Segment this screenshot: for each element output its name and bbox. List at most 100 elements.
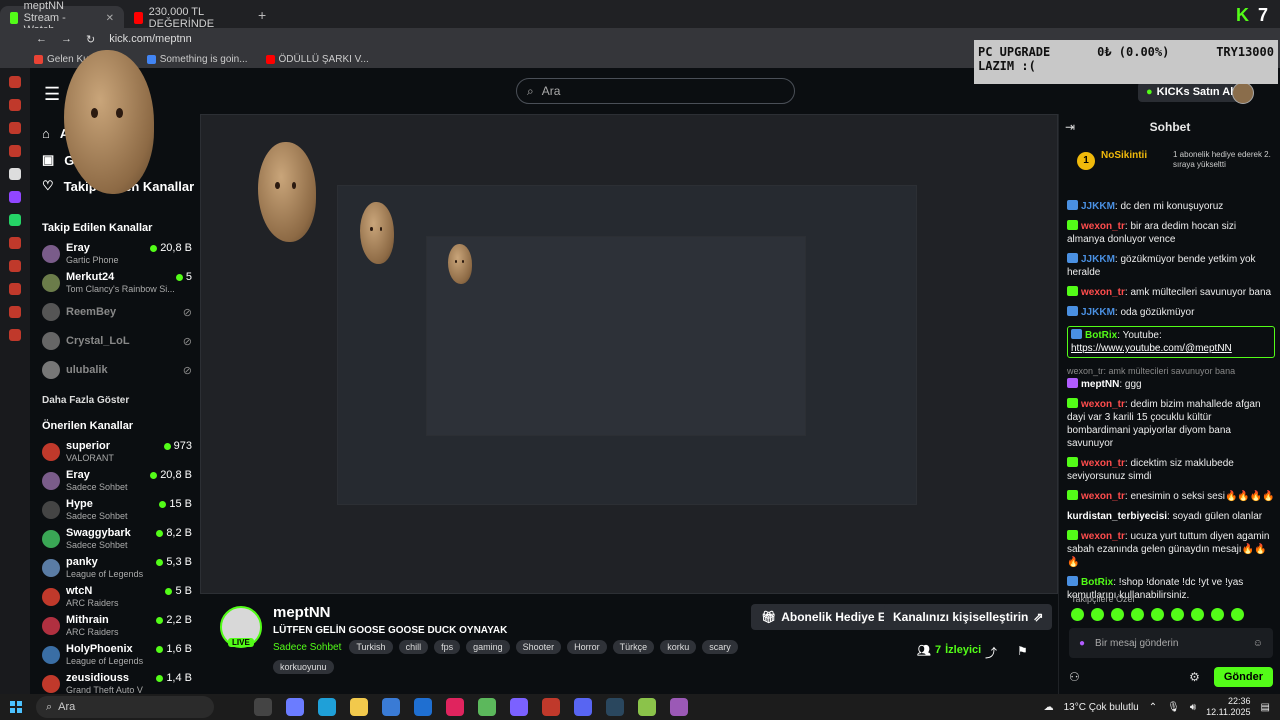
chat-username[interactable]: JJKKM [1081,201,1115,212]
report-icon[interactable]: ⚑ [1017,644,1028,658]
sidebar-channel[interactable]: Merkut24 Tom Clancy's Rainbow Si... 5 [42,271,192,299]
emote-icon[interactable] [1171,608,1184,621]
chat-username[interactable]: wexon_tr [1081,531,1125,542]
sidebar-channel[interactable]: Mithrain ARC Raiders 2,2 B [42,614,192,642]
forward-icon[interactable]: → [61,33,72,45]
rail-app-icon[interactable] [9,214,21,226]
mic-icon[interactable]: ● [1079,638,1085,649]
bookmark-item[interactable]: Something is goin... [146,54,248,65]
explorer-icon[interactable] [350,698,368,716]
taskbar-search-input[interactable]: ⌕ Ara [36,696,214,718]
gifter-name[interactable]: NoSikintii [1101,150,1147,161]
user-avatar[interactable] [1232,82,1254,104]
tag[interactable]: Horror [567,640,607,654]
minecraft-icon[interactable] [478,698,496,716]
emote-icon[interactable] [1151,608,1164,621]
tag[interactable]: Turkish [349,640,393,654]
close-icon[interactable]: ✕ [106,13,114,24]
opera-icon[interactable] [446,698,464,716]
users-icon[interactable]: ⚇ [1069,670,1080,684]
emote-icon[interactable] [1111,608,1124,621]
tag[interactable]: gaming [466,640,510,654]
rail-app-icon[interactable] [9,168,21,180]
new-tab-icon[interactable]: + [248,7,276,23]
tag[interactable]: korku [660,640,697,654]
bookmark-item[interactable]: ÖDÜLLÜ ŞARKI V... [265,54,369,65]
url-text[interactable]: kick.com/meptnn [109,33,192,45]
stream-video-player[interactable] [200,114,1058,594]
emote-icon[interactable] [1131,608,1144,621]
tag[interactable]: Shooter [515,640,562,654]
rail-app-icon[interactable] [9,145,21,157]
rail-app-icon[interactable] [9,329,21,341]
mic-icon[interactable]: 🎙︎ [1167,702,1180,713]
stream-category[interactable]: Sadece Sohbet [273,642,341,653]
chat-username[interactable]: wexon_tr [1081,221,1125,232]
tab-youtube[interactable]: 230.000 TL DEĞERİNDE [124,6,248,30]
settings-icon[interactable]: ⚙ [1189,670,1200,684]
menu-icon[interactable]: ☰ [44,84,60,105]
task-view-icon[interactable] [254,698,272,716]
chat-link[interactable]: https://www.youtube.com/@meptNN [1071,343,1232,354]
chat-username[interactable]: BotRix [1085,330,1117,341]
rail-app-icon[interactable] [9,306,21,318]
rail-app-icon[interactable] [9,76,21,88]
chat-username[interactable]: wexon_tr [1081,458,1125,469]
tag[interactable]: fps [434,640,461,654]
rail-app-icon[interactable] [9,283,21,295]
emote-icon[interactable] [1091,608,1104,621]
chat-username[interactable]: JJKKM [1081,254,1115,265]
clock[interactable]: 22:36 12.11.2025 [1206,696,1250,718]
steam-icon[interactable] [606,698,624,716]
tag[interactable]: Türkçe [612,640,655,654]
search-input[interactable]: ⌕ Ara [516,78,795,104]
notifications-icon[interactable]: ▤ [1261,702,1270,713]
chat-username[interactable]: wexon_tr [1081,287,1125,298]
tag[interactable]: scary [702,640,738,654]
streamer-name[interactable]: meptNN [273,604,331,621]
chat-username[interactable]: wexon_tr [1081,399,1125,410]
chat-username[interactable]: BotRix [1081,577,1113,588]
weather-text[interactable]: 13°C Çok bulutlu [1064,702,1139,713]
kicks-buy-button[interactable]: ● KICKs Satın Al [1138,82,1242,102]
sidebar-channel[interactable]: Crystal_LoL ⊘ [42,329,192,357]
share-icon[interactable]: ⤴ [985,644,997,661]
rail-app-icon[interactable] [9,237,21,249]
sidebar-channel[interactable]: Swaggybark Sadece Sohbet 8,2 B [42,527,192,555]
tag[interactable]: chill [398,640,429,654]
customize-channel-button[interactable]: Kanalınızı kişiselleştirin ⇗ [884,604,1053,630]
app-icon[interactable] [670,698,688,716]
app-icon[interactable] [510,698,528,716]
send-button[interactable]: Gönder [1213,667,1273,687]
emote-icon[interactable] [1191,608,1204,621]
sidebar-channel[interactable]: Eray Gartic Phone 20,8 B [42,242,192,270]
copilot-icon[interactable] [286,698,304,716]
volume-icon[interactable]: 🔊︎ [1190,702,1196,713]
sidebar-channel[interactable]: wtcN ARC Raiders 5 B [42,585,192,613]
tag[interactable]: korkuoyunu [273,660,334,674]
sidebar-channel[interactable]: Eray Sadece Sohbet 20,8 B [42,469,192,497]
rail-app-icon[interactable] [9,191,21,203]
gift-sub-button[interactable]: 🎁︎ Abonelik Hediye Et [751,604,900,630]
discord-icon[interactable] [574,698,592,716]
tray-up-icon[interactable]: ⌃ [1149,702,1157,713]
sidebar-channel[interactable]: ulubalik ⊘ [42,358,192,386]
show-more-link[interactable]: Daha Fazla Göster [42,395,129,406]
chat-username[interactable]: wexon_tr [1081,491,1125,502]
chat-username[interactable]: JJKKM [1081,307,1115,318]
rail-app-icon[interactable] [9,99,21,111]
sidebar-channel[interactable]: Hype Sadece Sohbet 15 B [42,498,192,526]
edge-icon[interactable] [318,698,336,716]
outlook-icon[interactable] [414,698,432,716]
chat-message-input[interactable]: ● Bir mesaj gönderin ☺ [1069,628,1273,658]
sidebar-channel[interactable]: HolyPhoenix League of Legends 1,6 B [42,643,192,671]
store-icon[interactable] [382,698,400,716]
reload-icon[interactable]: ↻ [86,33,95,46]
rail-app-icon[interactable] [9,122,21,134]
sidebar-channel[interactable]: superior VALORANT 973 [42,440,192,468]
sidebar-channel[interactable]: panky League of Legends 5,3 B [42,556,192,584]
emoji-icon[interactable]: ☺ [1253,638,1263,649]
sidebar-channel[interactable]: zeusidiouss Grand Theft Auto V 1,4 B [42,672,192,694]
rail-app-icon[interactable] [9,260,21,272]
sidebar-channel[interactable]: ReemBey ⊘ [42,300,192,328]
